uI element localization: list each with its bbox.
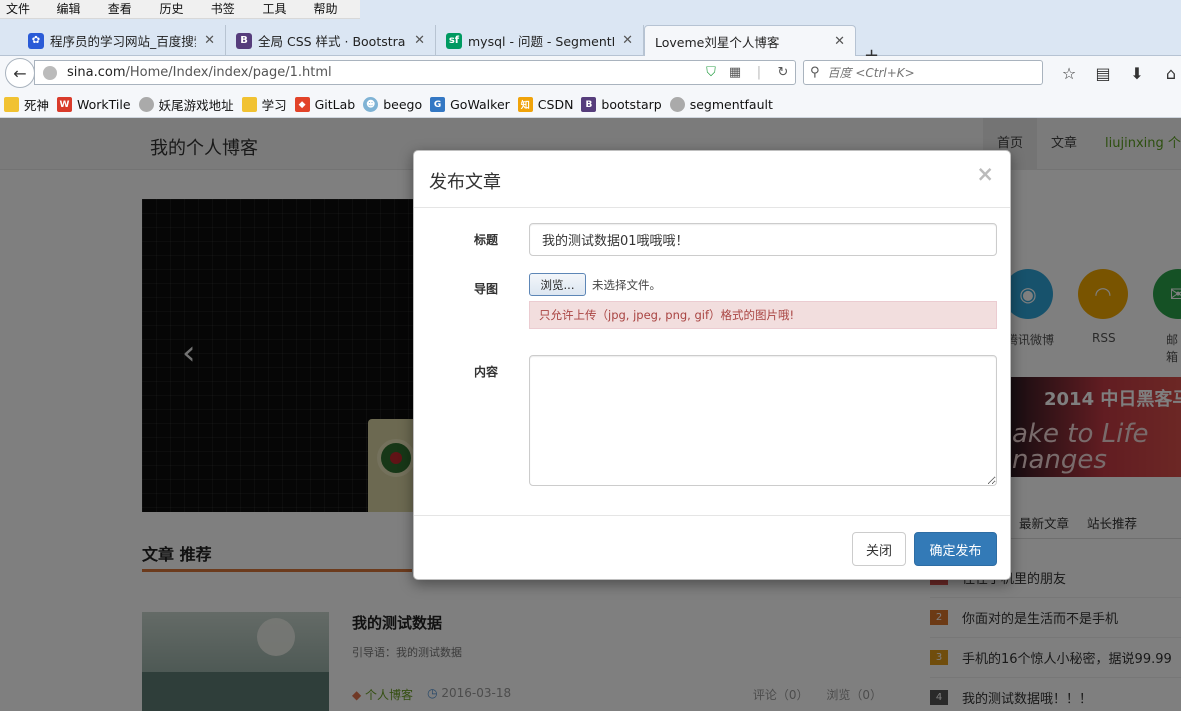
bookmark-item[interactable]: G GoWalker [430, 97, 510, 112]
label-image: 导图 [474, 282, 499, 296]
url-path: /Home/Index/index/page/1.html [125, 65, 332, 80]
bookmark-item[interactable]: ☻ beego [363, 97, 422, 112]
globe-icon [669, 97, 685, 112]
bookmark-label: 学习 [261, 98, 287, 113]
bookmark-item[interactable]: ◆ GitLab [294, 97, 356, 112]
bookmark-item[interactable]: W WorkTile [57, 97, 131, 112]
qr-code-icon[interactable]: ▦ [723, 61, 747, 85]
close-tab-icon[interactable]: ✕ [834, 34, 845, 49]
reload-icon[interactable]: ↻ [771, 61, 795, 85]
tab-title: Loveme刘星个人博客 [655, 35, 780, 50]
url-text[interactable]: sina.com/Home/Index/index/page/1.html [67, 65, 699, 80]
menu-list: 文件(F)编辑(E)查看(V)历史(S)书签(B)工具(T)帮助(H) [0, 0, 360, 34]
csdn-icon: 知 [517, 97, 533, 112]
bookmarks-bar: 死神 W WorkTile 妖尾游戏地址 学习 ◆ GitLab ☻ beego GG… [0, 92, 1181, 118]
content-textarea[interactable] [529, 355, 997, 486]
globe-icon [43, 65, 57, 80]
url-bar[interactable]: sina.com/Home/Index/index/page/1.html ⛉ … [34, 60, 796, 85]
label-title: 标题 [474, 233, 499, 247]
tab-segmentfault[interactable]: sf mysql - 问题 - SegmentF... ✕ [436, 25, 644, 56]
search-icon: ⚲ [810, 65, 820, 80]
close-tab-icon[interactable]: ✕ [204, 33, 215, 48]
navigation-bar: sina.com/Home/Index/index/page/1.html ⛉ … [0, 56, 1181, 92]
bookmark-item[interactable]: 死神 [4, 95, 49, 114]
bookmark-label: 死神 [24, 98, 50, 113]
close-button[interactable]: 关闭 [852, 532, 906, 566]
menu-item[interactable]: 编辑(E) [51, 0, 102, 34]
publish-button[interactable]: 确定发布 [914, 532, 997, 566]
modal-footer: 关闭 确定发布 [414, 515, 1010, 580]
folder-icon [241, 97, 257, 112]
gowalker-icon: G [430, 97, 446, 112]
title-input[interactable] [529, 223, 997, 256]
menu-item[interactable]: 历史(S) [153, 0, 204, 34]
gitlab-fox-icon: ◆ [294, 97, 310, 112]
arrow-left-icon: ← [13, 63, 27, 83]
menu-item[interactable]: 工具(T) [257, 0, 308, 34]
toolbar-icons: ☆ ▤ ⬇ ⌂ [1052, 60, 1181, 86]
download-icon[interactable]: ⬇ [1120, 60, 1154, 86]
menu-item[interactable]: 书签(B) [205, 0, 257, 34]
file-status: 未选择文件。 [592, 278, 661, 292]
divider: | [756, 65, 762, 80]
bookmark-star-icon[interactable]: ☆ [1052, 60, 1086, 86]
tab-title: 程序员的学习网站_百度搜索 [50, 34, 197, 49]
shield-icon[interactable]: ⛉ [699, 61, 723, 85]
bootstrap-b-icon: B [581, 97, 597, 112]
close-tab-icon[interactable]: ✕ [622, 33, 633, 48]
menu-item[interactable]: 帮助(H) [307, 0, 360, 34]
search-input[interactable] [827, 65, 1028, 80]
bookmark-label: 妖尾游戏地址 [158, 98, 234, 113]
publish-article-modal: 发布文章 × 标题 导图 浏览... 未选择文件。 只允许上传（jpg, jpe… [413, 150, 1011, 580]
tab-strip: ✿ 程序员的学习网站_百度搜索 ✕ B 全局 CSS 样式 · Bootstra… [0, 19, 1181, 66]
bookmark-item[interactable]: Bbootstarp [581, 97, 662, 112]
close-icon[interactable]: × [976, 164, 994, 185]
tab-title: 全局 CSS 样式 · Bootstra... [258, 34, 407, 49]
worktile-icon: W [57, 97, 73, 112]
bookmark-item[interactable]: 知 CSDN [517, 97, 574, 112]
browse-file-button[interactable]: 浏览... [529, 273, 586, 296]
tab-baidu[interactable]: ✿ 程序员的学习网站_百度搜索 ✕ [18, 25, 226, 56]
bootstrap-b-icon: B [236, 32, 252, 49]
bookmark-label: beego [383, 97, 423, 112]
home-icon[interactable]: ⌂ [1154, 60, 1181, 86]
globe-icon [138, 97, 154, 112]
menu-item[interactable]: 查看(V) [102, 0, 154, 34]
reading-list-icon[interactable]: ▤ [1086, 60, 1120, 86]
modal-header: 发布文章 × [414, 151, 1010, 208]
bookmark-item[interactable]: segmentfault [669, 97, 773, 112]
close-tab-icon[interactable]: ✕ [414, 33, 425, 48]
tab-blog-active[interactable]: Loveme刘星个人博客 ✕ [644, 25, 856, 57]
url-domain: sina.com [67, 65, 126, 80]
label-content: 内容 [474, 365, 499, 379]
folder-icon [4, 97, 19, 112]
search-bar[interactable]: ⚲ [803, 60, 1043, 85]
back-button[interactable]: ← [5, 58, 35, 88]
bookmark-item[interactable]: 学习 [241, 95, 287, 114]
bookmark-item[interactable]: 妖尾游戏地址 [138, 95, 234, 114]
file-format-alert: 只允许上传（jpg, jpeg, png, gif）格式的图片哦! [529, 301, 997, 329]
modal-title: 发布文章 [429, 172, 501, 193]
bookmark-label: GoWalker [450, 97, 510, 112]
tab-title: mysql - 问题 - SegmentF... [468, 34, 615, 49]
bookmark-label: segmentfault [689, 97, 773, 112]
bookmark-label: CSDN [537, 97, 574, 112]
menu-bar: 文件(F)编辑(E)查看(V)历史(S)书签(B)工具(T)帮助(H) [0, 0, 1181, 34]
tab-bootstrap[interactable]: B 全局 CSS 样式 · Bootstra... ✕ [226, 25, 436, 56]
bookmark-label: bootstarp [601, 97, 662, 112]
bookmark-label: GitLab [314, 97, 356, 112]
segmentfault-sf-icon: sf [446, 32, 462, 49]
beego-bee-icon: ☻ [363, 97, 379, 112]
baidu-paw-icon: ✿ [28, 32, 44, 49]
menu-item[interactable]: 文件(F) [0, 0, 51, 34]
bookmark-label: WorkTile [77, 97, 131, 112]
